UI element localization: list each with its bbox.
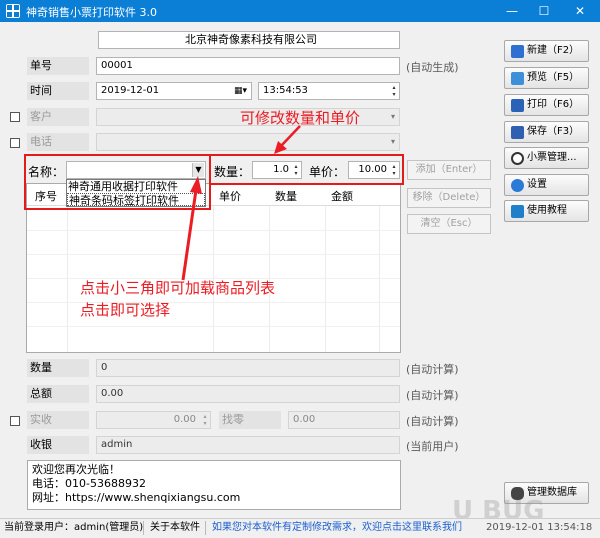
cashier-hint: (当前用户) (406, 440, 459, 453)
status-bar: 当前登录用户：admin(管理员) 关于本软件 如果您对本软件有定制修改需求，欢… (0, 518, 600, 538)
calendar-icon[interactable]: ▦▾ (234, 83, 247, 99)
order-hint: (自动生成) (406, 61, 459, 74)
annotation-text-select: 点击即可选择 (80, 301, 171, 319)
date-picker[interactable]: 2019-12-01 ▦▾ (96, 82, 252, 100)
annotation-box-name (24, 154, 211, 210)
clear-button[interactable]: 清空（Esc） (407, 214, 491, 234)
save-button[interactable]: 保存（F3） (504, 121, 589, 143)
phone-select[interactable]: ▾ (96, 133, 400, 151)
maximize-button[interactable]: ☐ (528, 0, 560, 22)
total-qty-label: 数量 (27, 359, 89, 377)
customer-checkbox[interactable] (10, 112, 20, 122)
preview-icon (511, 72, 524, 85)
paid-spinner[interactable]: 0.00 ▴ ▾ (96, 411, 211, 429)
column-header: 金额 (331, 190, 353, 203)
annotation-box-qty-price (209, 154, 404, 185)
close-button[interactable]: ✕ (564, 0, 596, 22)
paid-checkbox[interactable] (10, 416, 20, 426)
total-amount-field: 0.00 (96, 385, 400, 403)
window-title: 神奇销售小票打印软件 3.0 (26, 6, 157, 19)
new-file-icon (511, 45, 524, 58)
paid-label: 实收 (27, 411, 89, 429)
app-icon (6, 4, 20, 18)
remove-button[interactable]: 移除（Delete） (407, 188, 491, 208)
annotation-text-load: 点击小三角即可加载商品列表 (80, 279, 276, 297)
minimize-button[interactable]: — (496, 0, 528, 22)
total-amount-hint: (自动计算) (406, 389, 459, 402)
company-field[interactable]: 北京神奇像素科技有限公司 (98, 31, 400, 49)
book-icon (511, 205, 524, 218)
change-hint: (自动计算) (406, 415, 459, 428)
spinner-arrows-icon[interactable]: ▴ ▾ (201, 413, 209, 427)
paid-value: 0.00 (173, 414, 196, 425)
preview-button[interactable]: 预览（F5） (504, 67, 589, 89)
current-user-text: 当前登录用户：admin(管理员) (4, 522, 144, 533)
gear-icon (511, 179, 524, 192)
about-link[interactable]: 关于本软件 (150, 519, 200, 537)
time-spinner-icon[interactable]: ▴ ▾ (390, 84, 398, 98)
tutorial-button[interactable]: 使用教程 (504, 200, 589, 222)
add-button[interactable]: 添加（Enter） (407, 160, 491, 180)
chevron-down-icon[interactable]: ▾ (391, 134, 395, 150)
total-qty-hint: (自动计算) (406, 363, 459, 376)
floppy-disk-icon (511, 126, 524, 139)
column-header: 单价 (219, 190, 241, 203)
change-field: 0.00 (288, 411, 400, 429)
footer-line: 网址：https://www.shenqixiangsu.com (32, 491, 241, 504)
time-label: 时间 (27, 82, 89, 100)
phone-checkbox[interactable] (10, 138, 20, 148)
phone-label: 电话 (27, 133, 89, 151)
cashier-field: admin (96, 436, 400, 454)
footer-line: 欢迎您再次光临！ (32, 463, 120, 476)
time-field[interactable]: 13:54:53 ▴ ▾ (258, 82, 400, 100)
print-button[interactable]: 打印（F6） (504, 94, 589, 116)
magnifier-icon (511, 152, 524, 165)
total-qty-field: 0 (96, 359, 400, 377)
order-field[interactable]: 00001 (96, 57, 400, 75)
settings-button[interactable]: 设置 (504, 174, 589, 196)
customer-label: 客户 (27, 108, 89, 126)
footer-line: 电话：010-53688932 (32, 477, 146, 490)
status-clock: 2019-12-01 13:54:18 (486, 522, 593, 533)
order-label: 单号 (27, 57, 89, 75)
new-button[interactable]: 新建（F2） (504, 40, 589, 62)
receipt-manage-button[interactable]: 小票管理... (504, 147, 589, 169)
column-header: 数量 (275, 190, 297, 203)
title-bar: 神奇销售小票打印软件 3.0 — ☐ ✕ (0, 0, 600, 22)
time-value: 13:54:53 (263, 85, 308, 96)
contact-link[interactable]: 如果您对本软件有定制修改需求，欢迎点击这里联系我们 (212, 519, 462, 537)
printer-icon (511, 99, 524, 112)
change-label: 找零 (219, 411, 281, 429)
chevron-down-icon[interactable]: ▾ (391, 109, 395, 125)
receipt-footer-textarea[interactable]: 欢迎您再次光临！ 电话：010-53688932 网址：https://www.… (27, 460, 401, 510)
cashier-label: 收银 (27, 436, 89, 454)
annotation-text-top: 可修改数量和单价 (240, 109, 361, 127)
date-value: 2019-12-01 (101, 85, 160, 96)
total-amount-label: 总额 (27, 385, 89, 403)
